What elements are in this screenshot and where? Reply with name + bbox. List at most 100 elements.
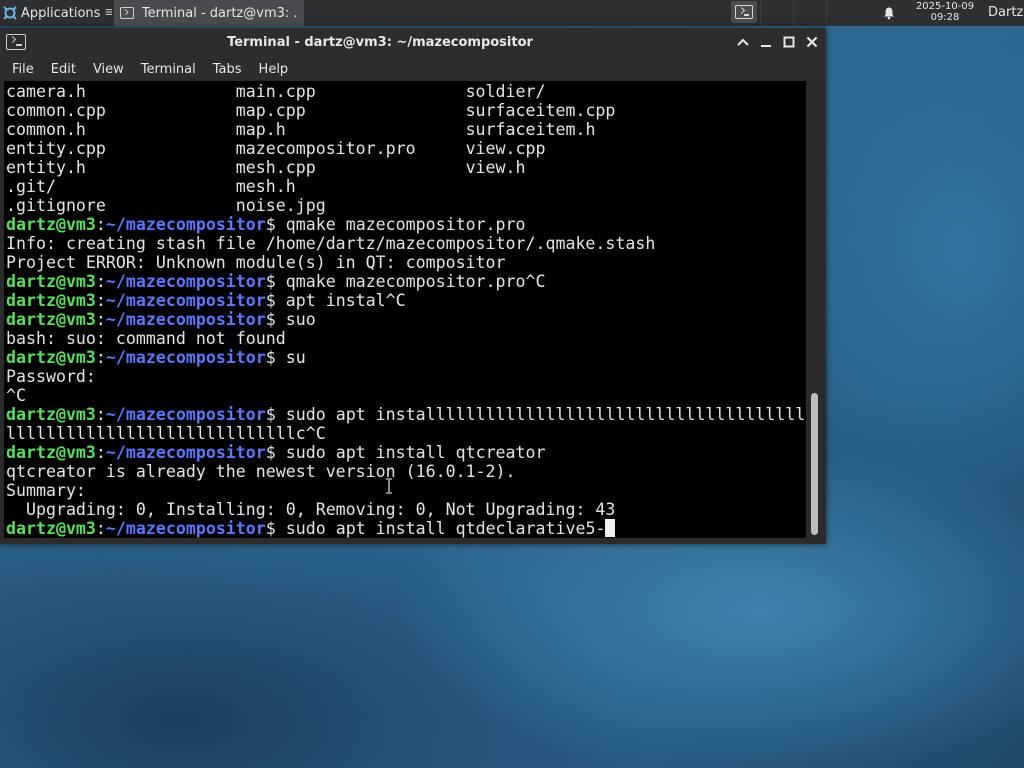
prompt-separator: :	[95, 215, 106, 234]
shade-up-icon[interactable]	[735, 34, 751, 50]
listing-entry: common.h	[6, 120, 236, 139]
prompt-separator: :	[95, 348, 106, 367]
output-line: Upgrading: 0, Installing: 0, Removing: 0…	[6, 500, 805, 519]
prompt-end: $	[265, 443, 286, 462]
prompt-path: ~/mazecompositor	[105, 310, 266, 329]
command-line: dartz@vm3:~/mazecompositor$ qmake mazeco…	[6, 272, 805, 291]
command-line: dartz@vm3:~/mazecompositor$ suo	[6, 310, 805, 329]
applications-icon	[3, 6, 17, 20]
output-line: Project ERROR: Unknown module(s) in QT: …	[6, 253, 805, 272]
output-text: qtcreator is already the newest version …	[6, 462, 516, 481]
command-text: sudo apt install qtcreator	[285, 443, 546, 462]
output-line: Summary:	[6, 481, 805, 500]
command-line: dartz@vm3:~/mazecompositor$ apt instal^C	[6, 291, 805, 310]
command-text: sudo apt installllllllllllllllllllllllll…	[285, 405, 806, 424]
prompt-user: dartz@vm3	[6, 405, 96, 424]
terminal-cursor	[605, 519, 616, 537]
menu-tabs[interactable]: Tabs	[204, 62, 250, 77]
menu-view[interactable]: View	[84, 62, 132, 77]
prompt-end: $	[265, 291, 286, 310]
command-line: dartz@vm3:~/mazecompositor$ sudo apt ins…	[6, 405, 805, 424]
menu-edit[interactable]: Edit	[42, 62, 84, 77]
listing-row: camera.h main.cpp soldier/	[6, 82, 805, 101]
workspace-slot[interactable]	[760, 0, 793, 26]
output-line: bash: suo: command not found	[6, 329, 805, 348]
maximize-icon[interactable]	[781, 34, 797, 50]
listing-entry: entity.h	[6, 158, 236, 177]
bell-icon[interactable]	[882, 6, 896, 20]
window-titlebar[interactable]: Terminal - dartz@vm3: ~/mazecompositor	[0, 28, 826, 58]
output-text: Info: creating stash file /home/dartz/ma…	[6, 234, 656, 253]
prompt-user: dartz@vm3	[6, 291, 96, 310]
close-icon[interactable]	[804, 34, 820, 50]
prompt-separator: :	[95, 443, 106, 462]
prompt-path: ~/mazecompositor	[105, 291, 266, 310]
scrollbar-thumb[interactable]	[811, 393, 818, 535]
applications-separator: ≡	[104, 5, 113, 20]
terminal-icon	[120, 7, 134, 19]
clock[interactable]: 2025-10-09 09:28	[906, 1, 984, 23]
window-title: Terminal - dartz@vm3: ~/mazecompositor	[227, 35, 533, 50]
listing-entry: .git/	[6, 177, 236, 196]
command-line: dartz@vm3:~/mazecompositor$ sudo apt ins…	[6, 443, 805, 462]
command-text: sudo apt install qtdeclarative5-	[285, 519, 606, 538]
output-line: Password:	[6, 367, 805, 386]
output-line: Info: creating stash file /home/dartz/ma…	[6, 234, 805, 253]
listing-row: .git/ mesh.h	[6, 177, 805, 196]
applications-label: Applications	[21, 5, 101, 21]
prompt-end: $	[265, 272, 286, 291]
listing-entry: map.cpp	[235, 101, 466, 120]
output-line: lllllllllllllllllllllllllllllc^C	[6, 424, 805, 443]
output-text: Summary:	[6, 481, 86, 500]
text-cursor-icon	[386, 478, 392, 494]
workspace-terminal-launcher[interactable]	[731, 1, 757, 23]
clock-date: 2025-10-09	[915, 1, 975, 12]
prompt-separator: :	[95, 405, 106, 424]
listing-row: common.cpp map.cpp surfaceitem.cpp	[6, 101, 805, 120]
output-text: Upgrading: 0, Installing: 0, Removing: 0…	[6, 500, 616, 519]
prompt-end: $	[265, 215, 286, 234]
menu-bar: File Edit View Terminal Tabs Help	[0, 58, 826, 80]
command-line: dartz@vm3:~/mazecompositor$ sudo apt ins…	[6, 519, 805, 538]
listing-entry: mazecompositor.pro	[235, 139, 466, 158]
output-line: ^C	[6, 386, 805, 405]
menu-terminal[interactable]: Terminal	[132, 62, 204, 77]
prompt-path: ~/mazecompositor	[105, 348, 266, 367]
workspace-slot[interactable]	[793, 0, 826, 26]
terminal-output[interactable]: camera.h main.cpp soldier/common.cpp map…	[4, 81, 806, 538]
prompt-user: dartz@vm3	[6, 272, 96, 291]
workspace-slot[interactable]	[826, 0, 859, 26]
command-text: su	[285, 348, 306, 367]
menu-file[interactable]: File	[0, 62, 42, 77]
prompt-path: ~/mazecompositor	[105, 405, 266, 424]
listing-row: .gitignore noise.jpg	[6, 196, 805, 215]
listing-entry: mesh.h	[235, 177, 466, 196]
menu-help[interactable]: Help	[250, 62, 297, 77]
output-text: bash: suo: command not found	[6, 329, 286, 348]
prompt-end: $	[265, 519, 286, 538]
prompt-path: ~/mazecompositor	[105, 272, 266, 291]
prompt-user: dartz@vm3	[6, 443, 96, 462]
taskbar-terminal-button[interactable]: Terminal - dartz@vm3: ...	[114, 0, 305, 26]
terminal-window: Terminal - dartz@vm3: ~/mazecompositor F…	[0, 28, 826, 544]
taskbar-terminal-label: Terminal - dartz@vm3: ...	[141, 5, 299, 21]
listing-entry: surfaceitem.h	[465, 120, 596, 139]
prompt-separator: :	[95, 310, 106, 329]
listing-row: common.h map.h surfaceitem.h	[6, 120, 805, 139]
output-text: Project ERROR: Unknown module(s) in QT: …	[6, 253, 506, 272]
command-text: apt instal^C	[285, 291, 406, 310]
listing-row: entity.h mesh.cpp view.h	[6, 158, 805, 177]
user-menu[interactable]: Dartz	[988, 0, 1023, 26]
applications-menu-button[interactable]: Applications	[0, 0, 104, 26]
prompt-separator: :	[95, 272, 106, 291]
prompt-path: ~/mazecompositor	[105, 443, 266, 462]
minimize-icon[interactable]	[758, 34, 774, 50]
command-text: qmake mazecompositor.pro^C	[285, 272, 546, 291]
prompt-end: $	[265, 310, 286, 329]
listing-entry: surfaceitem.cpp	[465, 101, 616, 120]
prompt-user: dartz@vm3	[6, 310, 96, 329]
prompt-end: $	[265, 405, 286, 424]
terminal-icon	[735, 5, 753, 19]
prompt-user: dartz@vm3	[6, 348, 96, 367]
listing-entry: main.cpp	[235, 82, 466, 101]
